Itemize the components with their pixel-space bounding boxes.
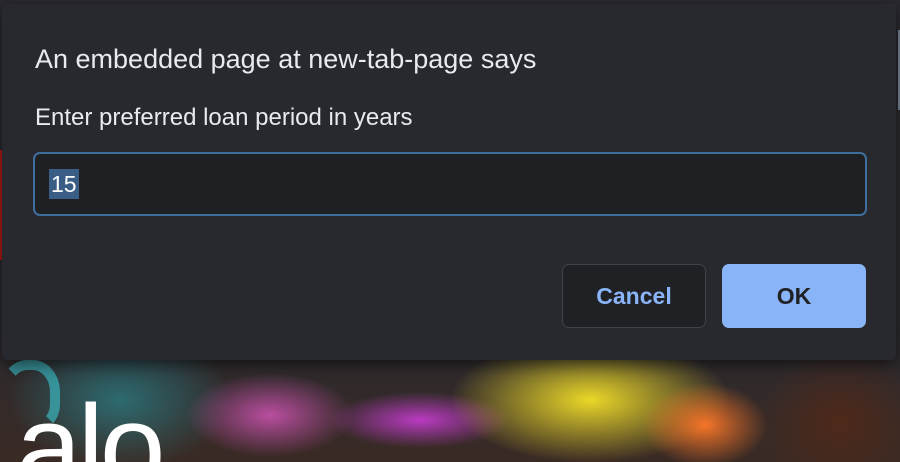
- prompt-input-field[interactable]: 15: [33, 152, 867, 216]
- cancel-button[interactable]: Cancel: [562, 264, 706, 328]
- prompt-input-value[interactable]: 15: [49, 169, 79, 199]
- dialog-message: Enter preferred loan period in years: [35, 104, 413, 131]
- prompt-dialog: An embedded page at new-tab-page says En…: [2, 4, 896, 360]
- dialog-title: An embedded page at new-tab-page says: [35, 44, 537, 74]
- background-logo-text: alo: [16, 381, 165, 462]
- browser-viewport: alo An embedded page at new-tab-page say…: [0, 0, 900, 462]
- ok-button[interactable]: OK: [722, 264, 866, 328]
